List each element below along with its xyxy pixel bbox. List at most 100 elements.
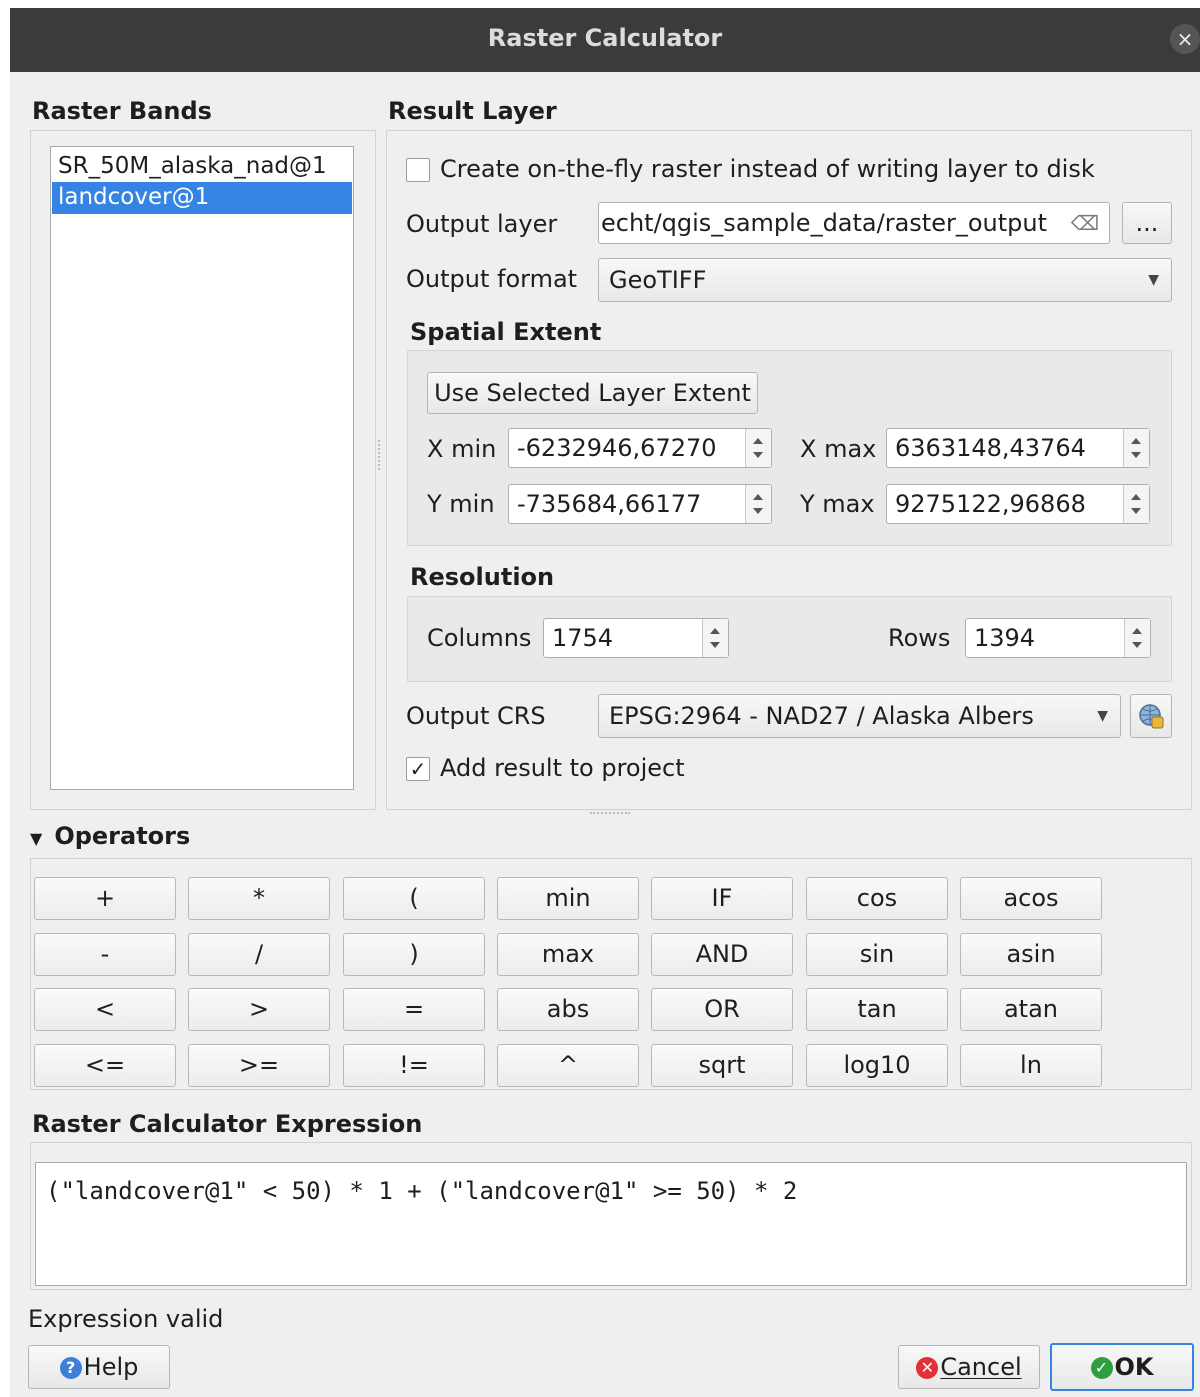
columns-value: 1754 — [552, 624, 614, 652]
columns-spinbox[interactable]: 1754 — [543, 618, 729, 658]
xmin-value: -6232946,67270 — [517, 434, 717, 462]
result-layer-heading: Result Layer — [388, 97, 557, 125]
on-the-fly-checkbox[interactable] — [406, 158, 430, 182]
spatial-extent-heading: Spatial Extent — [410, 318, 602, 346]
ymin-value: -735684,66177 — [517, 490, 702, 518]
operator-button[interactable]: ( — [343, 877, 485, 920]
operators-heading[interactable]: ▼ Operators — [30, 822, 190, 850]
operator-button[interactable]: >= — [188, 1044, 330, 1087]
on-the-fly-label: Create on-the-fly raster instead of writ… — [440, 155, 1095, 183]
raster-bands-heading: Raster Bands — [32, 97, 212, 125]
spin-arrows-icon[interactable] — [1124, 619, 1150, 657]
xmax-value: 6363148,43764 — [895, 434, 1086, 462]
operator-button[interactable]: log10 — [806, 1044, 948, 1087]
title-bar: Raster Calculator × — [10, 8, 1200, 72]
ymax-spinbox[interactable]: 9275122,96868 — [886, 484, 1150, 524]
operator-button[interactable]: AND — [651, 933, 793, 976]
operator-button[interactable]: sin — [806, 933, 948, 976]
operator-button[interactable]: cos — [806, 877, 948, 920]
xmax-label: X max — [800, 435, 877, 463]
operator-button[interactable]: != — [343, 1044, 485, 1087]
cancel-button[interactable]: ✕ Cancel — [898, 1345, 1040, 1389]
spin-arrows-icon[interactable] — [745, 429, 771, 467]
chevron-down-icon: ▼ — [1148, 272, 1159, 288]
collapse-arrow-icon: ▼ — [30, 829, 43, 848]
operator-button[interactable]: > — [188, 988, 330, 1031]
rows-label: Rows — [888, 624, 951, 652]
cancel-label: Cancel — [940, 1353, 1022, 1381]
close-icon[interactable]: × — [1170, 24, 1200, 54]
operator-button[interactable]: max — [497, 933, 639, 976]
vertical-splitter-handle[interactable] — [590, 812, 630, 816]
output-crs-value: EPSG:2964 - NAD27 / Alaska Albers — [609, 702, 1034, 730]
operator-button[interactable]: abs — [497, 988, 639, 1031]
output-format-label: Output format — [406, 265, 578, 293]
output-layer-value: echt/qgis_sample_data/raster_output — [601, 209, 1047, 237]
browse-output-button[interactable]: ... — [1122, 202, 1172, 244]
operator-button[interactable]: ^ — [497, 1044, 639, 1087]
output-format-select[interactable]: GeoTIFF ▼ — [598, 258, 1172, 302]
xmax-spinbox[interactable]: 6363148,43764 — [886, 428, 1150, 468]
expression-heading: Raster Calculator Expression — [32, 1110, 423, 1138]
operator-button[interactable]: <= — [34, 1044, 176, 1087]
window-title: Raster Calculator — [487, 24, 723, 52]
spin-arrows-icon[interactable] — [745, 485, 771, 523]
chevron-down-icon: ▼ — [1097, 708, 1108, 724]
output-format-value: GeoTIFF — [609, 266, 707, 294]
clear-text-icon[interactable]: ⌫ — [1071, 203, 1099, 243]
operator-button[interactable]: tan — [806, 988, 948, 1031]
output-crs-label: Output CRS — [406, 702, 546, 730]
help-label: Help — [83, 1353, 139, 1381]
expression-text: ("landcover@1" < 50) * 1 + ("landcover@1… — [46, 1177, 798, 1205]
ymin-spinbox[interactable]: -735684,66177 — [508, 484, 772, 524]
output-layer-label: Output layer — [406, 210, 558, 238]
list-item[interactable]: landcover@1 — [52, 182, 352, 214]
spin-arrows-icon[interactable] — [1123, 429, 1149, 467]
xmin-label: X min — [427, 435, 497, 463]
expression-status: Expression valid — [28, 1305, 224, 1333]
operator-button[interactable]: sqrt — [651, 1044, 793, 1087]
help-icon: ? — [59, 1357, 82, 1379]
operator-button[interactable]: ln — [960, 1044, 1102, 1087]
cancel-icon: ✕ — [916, 1357, 939, 1379]
globe-icon — [1139, 704, 1164, 729]
xmin-spinbox[interactable]: -6232946,67270 — [508, 428, 772, 468]
expression-editor[interactable]: ("landcover@1" < 50) * 1 + ("landcover@1… — [35, 1162, 1187, 1286]
ok-label: OK — [1114, 1353, 1154, 1381]
spin-arrows-icon[interactable] — [702, 619, 728, 657]
ymin-label: Y min — [427, 490, 495, 518]
operator-button[interactable]: = — [343, 988, 485, 1031]
output-crs-select[interactable]: EPSG:2964 - NAD27 / Alaska Albers ▼ — [598, 694, 1121, 738]
columns-label: Columns — [427, 624, 532, 652]
operator-button[interactable]: asin — [960, 933, 1102, 976]
operator-button[interactable]: min — [497, 877, 639, 920]
help-button[interactable]: ? Help — [28, 1345, 170, 1389]
spin-arrows-icon[interactable] — [1123, 485, 1149, 523]
output-layer-field[interactable]: echt/qgis_sample_data/raster_output ⌫ — [598, 202, 1110, 244]
splitter-handle[interactable] — [378, 440, 382, 470]
ok-button[interactable]: ✓ OK — [1050, 1343, 1194, 1391]
rows-spinbox[interactable]: 1394 — [965, 618, 1151, 658]
operator-button[interactable]: < — [34, 988, 176, 1031]
crs-selector-button[interactable] — [1130, 694, 1172, 738]
operator-button[interactable]: ) — [343, 933, 485, 976]
operator-button[interactable]: - — [34, 933, 176, 976]
operator-button[interactable]: atan — [960, 988, 1102, 1031]
operator-button[interactable]: / — [188, 933, 330, 976]
operator-button[interactable]: OR — [651, 988, 793, 1031]
rows-value: 1394 — [974, 624, 1036, 652]
operator-button[interactable]: IF — [651, 877, 793, 920]
ymax-value: 9275122,96868 — [895, 490, 1086, 518]
operators-label: Operators — [54, 822, 191, 850]
operator-button[interactable]: + — [34, 877, 176, 920]
add-result-label: Add result to project — [440, 754, 685, 782]
operator-button[interactable]: * — [188, 877, 330, 920]
operator-button[interactable]: acos — [960, 877, 1102, 920]
ymax-label: Y max — [800, 490, 875, 518]
raster-bands-list[interactable]: SR_50M_alaska_nad@1 landcover@1 — [50, 146, 354, 790]
list-item[interactable]: SR_50M_alaska_nad@1 — [52, 151, 352, 183]
use-selected-layer-extent-button[interactable]: Use Selected Layer Extent — [427, 372, 758, 414]
resolution-heading: Resolution — [410, 563, 555, 591]
ok-check-icon: ✓ — [1090, 1357, 1113, 1379]
add-result-checkbox[interactable]: ✓ — [406, 757, 430, 781]
